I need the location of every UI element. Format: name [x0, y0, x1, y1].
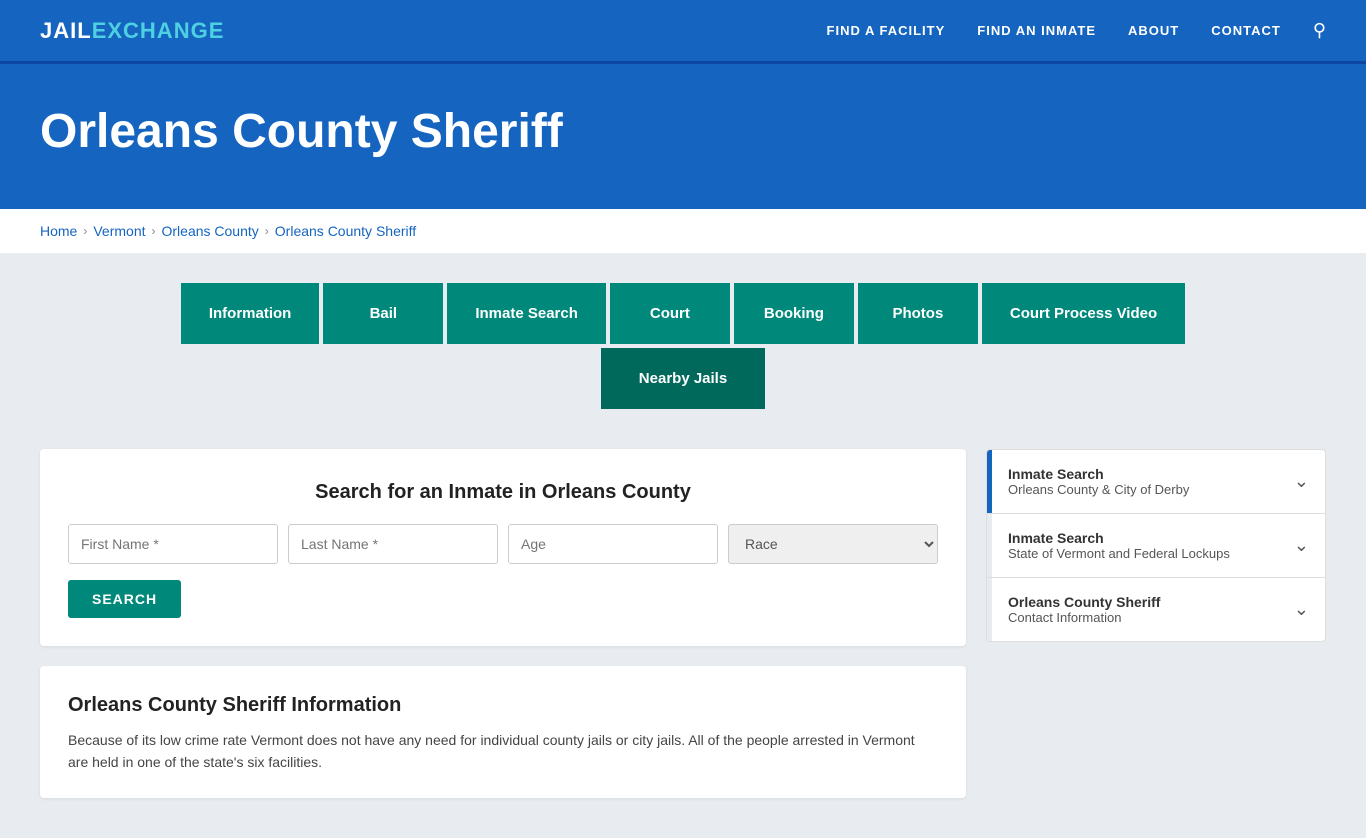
- tab-nearby-jails[interactable]: Nearby Jails: [601, 348, 765, 409]
- tabs-row-nearby: Nearby Jails: [40, 348, 1326, 409]
- breadcrumb: Home › Vermont › Orleans County › Orlean…: [0, 209, 1366, 253]
- breadcrumb-current: Orleans County Sheriff: [275, 223, 416, 239]
- tab-bail[interactable]: Bail: [323, 283, 443, 344]
- search-icon-button[interactable]: ⚲: [1313, 20, 1326, 41]
- sidebar-chevron-2[interactable]: ⌄: [1278, 578, 1325, 641]
- left-panel: Search for an Inmate in Orleans County R…: [40, 449, 966, 798]
- page-title: Orleans County Sheriff: [40, 104, 1326, 159]
- navbar: JAILEXCHANGE FIND A FACILITY FIND AN INM…: [0, 0, 1366, 64]
- sidebar-label-top-1: Inmate Search: [1008, 530, 1262, 546]
- sidebar-item-0[interactable]: Inmate Search Orleans County & City of D…: [987, 450, 1325, 514]
- first-name-input[interactable]: [68, 524, 278, 564]
- breadcrumb-sep-2: ›: [152, 224, 156, 238]
- last-name-input[interactable]: [288, 524, 498, 564]
- tab-inmate-search[interactable]: Inmate Search: [447, 283, 606, 344]
- info-paragraph: Because of its low crime rate Vermont do…: [68, 729, 938, 774]
- nav-contact[interactable]: CONTACT: [1211, 23, 1281, 38]
- logo-jail: JAIL: [40, 18, 92, 44]
- sidebar-content-1: Inmate Search State of Vermont and Feder…: [992, 514, 1278, 577]
- logo-exchange: EXCHANGE: [92, 18, 225, 44]
- right-panel: Inmate Search Orleans County & City of D…: [986, 449, 1326, 642]
- tab-booking[interactable]: Booking: [734, 283, 854, 344]
- sidebar-chevron-0[interactable]: ⌄: [1278, 450, 1325, 513]
- tab-court-process-video[interactable]: Court Process Video: [982, 283, 1185, 344]
- sidebar-label-top-0: Inmate Search: [1008, 466, 1262, 482]
- main-content: Search for an Inmate in Orleans County R…: [0, 429, 1366, 838]
- search-heading: Search for an Inmate in Orleans County: [68, 481, 938, 504]
- search-fields: Race White Black Hispanic Asian Other: [68, 524, 938, 564]
- sidebar-content-0: Inmate Search Orleans County & City of D…: [992, 450, 1278, 513]
- sidebar-label-bottom-2: Contact Information: [1008, 610, 1262, 625]
- nav-find-inmate[interactable]: FIND AN INMATE: [977, 23, 1096, 38]
- breadcrumb-vermont[interactable]: Vermont: [93, 223, 145, 239]
- sidebar-item-2[interactable]: Orleans County Sheriff Contact Informati…: [987, 578, 1325, 641]
- sidebar-chevron-1[interactable]: ⌄: [1278, 514, 1325, 577]
- nav-find-facility[interactable]: FIND A FACILITY: [827, 23, 946, 38]
- sidebar-item-1[interactable]: Inmate Search State of Vermont and Feder…: [987, 514, 1325, 578]
- search-card: Search for an Inmate in Orleans County R…: [40, 449, 966, 646]
- tab-court[interactable]: Court: [610, 283, 730, 344]
- nav-links: FIND A FACILITY FIND AN INMATE ABOUT CON…: [827, 20, 1326, 41]
- breadcrumb-orleans-county[interactable]: Orleans County: [162, 223, 259, 239]
- nav-about[interactable]: ABOUT: [1128, 23, 1179, 38]
- age-input[interactable]: [508, 524, 718, 564]
- sidebar-content-2: Orleans County Sheriff Contact Informati…: [992, 578, 1278, 641]
- sidebar-label-bottom-0: Orleans County & City of Derby: [1008, 482, 1262, 497]
- search-button[interactable]: SEARCH: [68, 580, 181, 618]
- tab-information[interactable]: Information: [181, 283, 320, 344]
- breadcrumb-sep-1: ›: [83, 224, 87, 238]
- breadcrumb-sep-3: ›: [265, 224, 269, 238]
- hero-section: Orleans County Sheriff: [0, 64, 1366, 209]
- info-heading: Orleans County Sheriff Information: [68, 694, 938, 717]
- info-card: Orleans County Sheriff Information Becau…: [40, 666, 966, 798]
- tabs-section: Information Bail Inmate Search Court Boo…: [0, 253, 1366, 429]
- tab-photos[interactable]: Photos: [858, 283, 978, 344]
- race-select[interactable]: Race White Black Hispanic Asian Other: [728, 524, 938, 564]
- sidebar-label-bottom-1: State of Vermont and Federal Lockups: [1008, 546, 1262, 561]
- tabs-row-main: Information Bail Inmate Search Court Boo…: [40, 283, 1326, 344]
- logo[interactable]: JAILEXCHANGE: [40, 18, 224, 44]
- sidebar-label-top-2: Orleans County Sheriff: [1008, 594, 1262, 610]
- breadcrumb-home[interactable]: Home: [40, 223, 77, 239]
